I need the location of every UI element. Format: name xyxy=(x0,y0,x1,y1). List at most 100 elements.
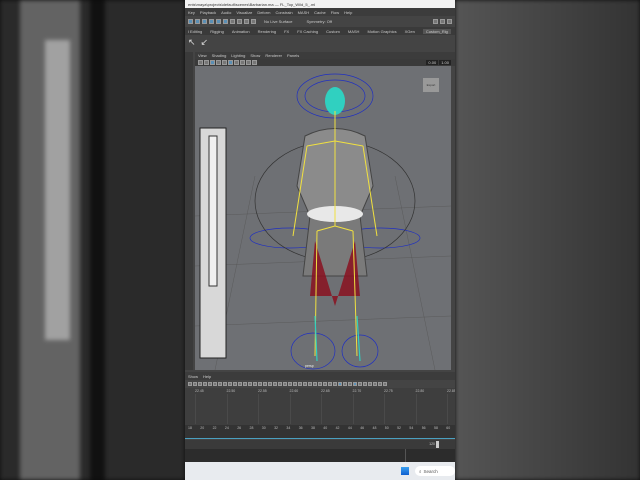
wireframe-icon[interactable] xyxy=(210,60,215,65)
graph-tool-icon[interactable] xyxy=(228,382,232,386)
tab-animation[interactable]: Animation xyxy=(232,29,250,34)
graph-tool-icon[interactable] xyxy=(273,382,277,386)
graph-tool-icon[interactable] xyxy=(223,382,227,386)
isolate-icon[interactable] xyxy=(246,60,251,65)
graph-editor[interactable]: 22.45 22.50 22.55 22.60 22.65 22.70 22.75 22.80… xyxy=(185,388,455,425)
gamma-field[interactable]: 1.00 xyxy=(439,60,451,65)
lock-icon[interactable] xyxy=(230,18,235,24)
graph-tool-icon[interactable] xyxy=(333,382,337,386)
ipr-icon[interactable] xyxy=(251,18,256,24)
graph-tool-icon[interactable] xyxy=(293,382,297,386)
tab-mash[interactable]: MASH xyxy=(348,29,360,34)
tab-rigging[interactable]: Rigging xyxy=(210,29,224,34)
range-end[interactable]: 120 xyxy=(429,442,435,446)
command-line[interactable] xyxy=(185,449,455,462)
panel-panels[interactable]: Panels xyxy=(287,53,299,58)
panel-show[interactable]: Show xyxy=(250,53,260,58)
graph-tool-icon[interactable] xyxy=(318,382,322,386)
menu-constrain[interactable]: Constrain xyxy=(275,10,292,15)
shadow-icon[interactable] xyxy=(240,60,245,65)
graph-tool-icon[interactable] xyxy=(248,382,252,386)
graph-tool-icon[interactable] xyxy=(268,382,272,386)
graph-tool-icon[interactable] xyxy=(328,382,332,386)
graph-tool-icon[interactable] xyxy=(303,382,307,386)
layout-icon[interactable] xyxy=(440,18,445,24)
light-icon[interactable] xyxy=(234,60,239,65)
symmetry-dropdown[interactable]: Symmetry: Off xyxy=(306,19,331,24)
exposure-field[interactable]: 0.00 xyxy=(426,60,439,65)
menu-audio[interactable]: Audio xyxy=(221,10,231,15)
panel-renderer[interactable]: Renderer xyxy=(265,53,282,58)
tab-custom[interactable]: Custom xyxy=(326,29,340,34)
graph-tool-icon[interactable] xyxy=(238,382,242,386)
snap-point-icon[interactable] xyxy=(223,18,228,24)
graph-tool-icon[interactable] xyxy=(298,382,302,386)
graph-tool-icon[interactable] xyxy=(343,382,347,386)
tab-motion-graphics[interactable]: Motion Graphics xyxy=(367,29,396,34)
graph-tool-icon[interactable] xyxy=(378,382,382,386)
tab-fx[interactable]: FX xyxy=(284,29,289,34)
graph-tool-icon[interactable] xyxy=(258,382,262,386)
export-button[interactable]: Export xyxy=(423,78,439,92)
snap-icon[interactable] xyxy=(209,18,214,24)
graph-tool-icon[interactable] xyxy=(373,382,377,386)
graph-tool-icon[interactable] xyxy=(193,382,197,386)
grid-icon[interactable] xyxy=(204,60,209,65)
shelf-tool-icon[interactable]: ↙ xyxy=(201,37,209,48)
menu-mash[interactable]: MASH xyxy=(298,10,310,15)
graph-tool-icon[interactable] xyxy=(243,382,247,386)
graph-tool-icon[interactable] xyxy=(338,382,342,386)
lasso-icon[interactable] xyxy=(195,18,200,24)
shelf-tool-icon[interactable]: ↖ xyxy=(188,37,196,48)
menu-key[interactable]: Key xyxy=(188,10,195,15)
xray-icon[interactable] xyxy=(228,60,233,65)
graph-tool-icon[interactable] xyxy=(308,382,312,386)
panel-view[interactable]: View xyxy=(198,53,207,58)
graph-tool-icon[interactable] xyxy=(198,382,202,386)
tab-rendering[interactable]: Rendering xyxy=(258,29,276,34)
graph-tool-icon[interactable] xyxy=(348,382,352,386)
menu-flow[interactable]: Flow xyxy=(331,10,339,15)
graph-tool-icon[interactable] xyxy=(313,382,317,386)
graph-tool-icon[interactable] xyxy=(353,382,357,386)
graph-tool-icon[interactable] xyxy=(383,382,387,386)
tab-xgen[interactable]: XGen xyxy=(405,29,415,34)
viewport-persp[interactable]: Export persp xyxy=(194,66,452,371)
layout-icon[interactable] xyxy=(447,18,452,24)
tab-fx-caching[interactable]: FX Caching xyxy=(297,29,318,34)
panel-lighting[interactable]: Lighting xyxy=(231,53,245,58)
live-surface-label[interactable]: No Live Surface xyxy=(264,19,292,24)
layout-icon[interactable] xyxy=(433,18,438,24)
magnet-icon[interactable] xyxy=(237,18,242,24)
graph-tool-icon[interactable] xyxy=(253,382,257,386)
menu-cache[interactable]: Cache xyxy=(314,10,326,15)
texture-icon[interactable] xyxy=(222,60,227,65)
graph-tool-icon[interactable] xyxy=(288,382,292,386)
graph-tool-icon[interactable] xyxy=(323,382,327,386)
graph-show[interactable]: Show xyxy=(188,374,198,379)
render-icon[interactable] xyxy=(244,18,249,24)
graph-tool-icon[interactable] xyxy=(203,382,207,386)
graph-tool-icon[interactable] xyxy=(188,382,192,386)
graph-help[interactable]: Help xyxy=(203,374,211,379)
menu-help[interactable]: Help xyxy=(344,10,352,15)
select-tool-icon[interactable] xyxy=(188,18,193,24)
aa-icon[interactable] xyxy=(252,60,257,65)
search-box[interactable]: ⌕ Search xyxy=(415,466,455,476)
graph-tool-icon[interactable] xyxy=(218,382,222,386)
tab-custom-rig[interactable]: Custom_Rig xyxy=(422,28,451,34)
range-slider[interactable]: 120 xyxy=(185,440,455,449)
graph-tool-icon[interactable] xyxy=(363,382,367,386)
menu-visualize[interactable]: Visualize xyxy=(236,10,252,15)
graph-tool-icon[interactable] xyxy=(283,382,287,386)
panel-shading[interactable]: Shading xyxy=(212,53,227,58)
graph-tool-icon[interactable] xyxy=(213,382,217,386)
windows-start-icon[interactable] xyxy=(401,467,409,475)
graph-tool-icon[interactable] xyxy=(278,382,282,386)
graph-tool-icon[interactable] xyxy=(358,382,362,386)
camera-icon[interactable] xyxy=(198,60,203,65)
graph-tool-icon[interactable] xyxy=(233,382,237,386)
graph-tool-icon[interactable] xyxy=(263,382,267,386)
graph-tool-icon[interactable] xyxy=(368,382,372,386)
snap-curve-icon[interactable] xyxy=(216,18,221,24)
